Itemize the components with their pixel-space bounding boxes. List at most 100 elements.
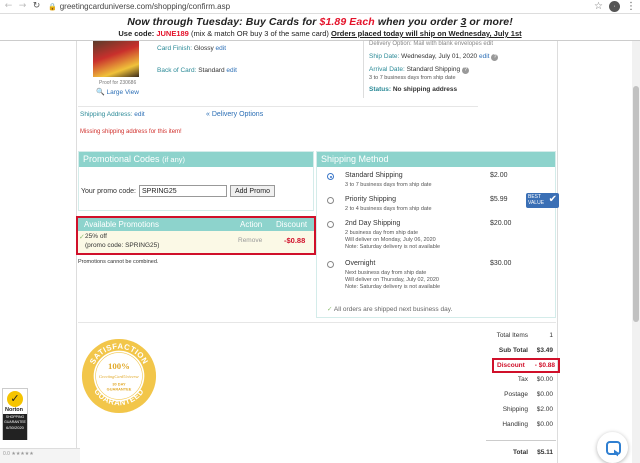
shipping-option-name: Standard Shipping <box>345 172 403 179</box>
badge-guarantee: GUARANTEE <box>107 387 132 392</box>
shipping-option-desc: 3 to 7 business days from ship date <box>345 182 432 188</box>
norton-shopping-guarantee-seal[interactable]: ✓ Norton SHOPPING GUARANTEE 6/30/2020 <box>2 388 28 440</box>
radio-selected[interactable] <box>327 173 334 180</box>
card-thumbnail[interactable] <box>93 41 139 77</box>
banner-text: or more! <box>466 16 513 28</box>
card-finish-edit-link[interactable]: edit <box>216 45 226 52</box>
radio-unselected[interactable] <box>327 221 334 228</box>
delivery-option-line: Delivery Option: Mail with blank envelop… <box>369 41 494 47</box>
shipping-row: Shipping $2.00 <box>486 406 556 416</box>
banner-text: (mix & match OR buy 3 of the same card) <box>188 29 331 38</box>
col-discount-header: Discount <box>276 220 308 229</box>
banner-text: Now through Tuesday: Buy Cards for <box>127 16 320 28</box>
shipping-note: ✓ All orders are shipped next business d… <box>327 305 452 313</box>
promo-codes-panel: Promotional Codes (if any) Your promo co… <box>78 151 314 211</box>
shipping-method-panel: Shipping Method Standard Shipping $2.00 … <box>316 151 559 318</box>
banner-ship-link[interactable]: Orders placed today will ship on Wednesd… <box>331 29 522 38</box>
tax-row: Tax $0.00 <box>486 376 556 386</box>
total-items-row: Total Items 1 <box>486 332 556 342</box>
promo-codes-title-suffix: (if any) <box>162 155 185 164</box>
forward-arrow-icon[interactable]: → <box>17 1 28 12</box>
available-promotions-header: Available Promotions Action Discount <box>78 218 314 231</box>
scrollbar-thumb[interactable] <box>633 86 639 322</box>
magnifier-icon: 🔍 <box>96 88 105 96</box>
reload-icon[interactable]: ↻ <box>31 1 42 12</box>
chat-bubble-icon[interactable] <box>597 432 628 463</box>
bookmark-star-icon[interactable]: ☆ <box>594 1 603 12</box>
back-of-card: Back of Card: Standard edit <box>157 67 237 74</box>
back-of-card-value: Standard <box>198 67 225 74</box>
shipping-option-price: $2.00 <box>490 172 508 179</box>
promotion-name: 25% off (promo code: SPRING25) <box>85 232 159 250</box>
ship-date-value: Wednesday, July 01, 2020 <box>401 53 478 60</box>
promo-code-label: Your promo code: <box>81 187 136 195</box>
norton-check-icon: ✓ <box>7 391 23 407</box>
promo-code-row: Your promo code: Add Promo <box>81 185 276 197</box>
add-promo-button[interactable]: Add Promo <box>230 185 276 197</box>
best-value-badge: BEST VALUE ✔ <box>526 193 559 208</box>
norton-word: Norton <box>5 407 24 413</box>
available-promotions: Available Promotions Action Discount ✓ 2… <box>76 216 316 255</box>
shipping-address-edit-link[interactable]: edit <box>134 111 144 118</box>
card-finish: Card Finish: Glossy edit <box>157 45 226 52</box>
missing-address-warning: Missing shipping address for this item! <box>80 129 182 135</box>
shipping-option-price: $5.99 <box>490 196 508 203</box>
arrival-date: Arrival Date: Standard Shipping? 3 to 7 b… <box>369 66 470 82</box>
card-finish-label: Card Finish: <box>157 45 193 52</box>
total-value: $5.11 <box>537 449 553 456</box>
browser-menu-icon[interactable]: ⋮ <box>626 1 636 12</box>
shipping-option-desc: 2 business day from ship date Will delive… <box>345 230 440 252</box>
satisfaction-guarantee-badge: SATISFACTION GUARANTEED 100% GreetingCar… <box>81 338 157 414</box>
large-view-link[interactable]: 🔍 Large View <box>96 88 139 96</box>
shipping-option-overnight[interactable]: Overnight $30.00 Next business day from … <box>327 260 553 300</box>
col-action-header: Action <box>240 220 263 229</box>
tax-label: Tax <box>517 376 528 383</box>
postage-label: Postage <box>504 391 528 398</box>
rating-widget[interactable]: 0.0 ★★★★★ <box>0 448 80 463</box>
norton-bottom: SHOPPING GUARANTEE 6/30/2020 <box>3 414 27 440</box>
shipping-value: $2.00 <box>536 406 553 413</box>
check-icon: ✓ <box>79 233 85 241</box>
arrival-date-value: Standard Shipping <box>406 66 461 73</box>
help-icon[interactable]: ? <box>462 67 470 74</box>
shipping-option-name: Priority Shipping <box>345 196 396 203</box>
remove-promo-link[interactable]: Remove <box>238 237 262 244</box>
badge-percent: 100% <box>108 361 130 371</box>
discount-row: Discount - $0.88 <box>492 358 560 373</box>
check-icon: ✔ <box>548 194 557 205</box>
shipping-address-label: Shipping Address: <box>80 111 133 118</box>
radio-unselected[interactable] <box>327 197 334 204</box>
shipping-desc-line: 2 business day from ship date <box>345 230 419 236</box>
norton-date: 6/30/2020 <box>6 425 24 430</box>
back-of-card-edit-link[interactable]: edit <box>226 67 236 74</box>
subtotal-value: $3.49 <box>536 347 553 354</box>
postage-row: Postage $0.00 <box>486 391 556 401</box>
norton-line: GUARANTEE <box>4 419 26 424</box>
promo-banner: Now through Tuesday: Buy Cards for $1.89… <box>0 14 640 41</box>
subtotal-label: Sub Total <box>498 347 528 354</box>
tax-value: $0.00 <box>536 376 553 383</box>
address-bar[interactable]: greetingcarduniverse.com/shopping/confir… <box>60 2 230 11</box>
ship-date-edit-link[interactable]: edit <box>479 53 489 60</box>
back-arrow-icon[interactable]: ← <box>3 1 14 12</box>
total-items-value: 1 <box>549 332 553 339</box>
shipping-method-header: Shipping Method <box>317 152 555 167</box>
banner-headline: Now through Tuesday: Buy Cards for $1.89… <box>0 16 640 28</box>
help-icon[interactable]: ? <box>491 54 499 61</box>
shipping-option-price: $30.00 <box>490 260 512 267</box>
shipping-desc-line: Note: Saturday delivery is not available <box>345 284 441 291</box>
divider <box>363 41 364 98</box>
shipping-label: Shipping <box>502 406 528 413</box>
promo-codes-header: Promotional Codes (if any) <box>79 152 313 167</box>
banner-code: JUNE189 <box>156 29 189 38</box>
lock-icon[interactable]: 🔒 <box>48 3 57 11</box>
shipping-option-name: Overnight <box>345 260 376 267</box>
promo-code-input[interactable] <box>139 185 227 197</box>
radio-unselected[interactable] <box>327 261 334 268</box>
shipping-option-2nd-day[interactable]: 2nd Day Shipping $20.00 2 business day f… <box>327 220 553 260</box>
profile-avatar[interactable]: · <box>609 1 620 12</box>
shipping-desc-line: Note: Saturday delivery is not available <box>345 244 441 251</box>
delivery-options-link[interactable]: « Delivery Options <box>206 111 263 118</box>
norton-top: ✓ Norton <box>3 389 27 414</box>
discount-value: - $0.88 <box>534 362 555 369</box>
